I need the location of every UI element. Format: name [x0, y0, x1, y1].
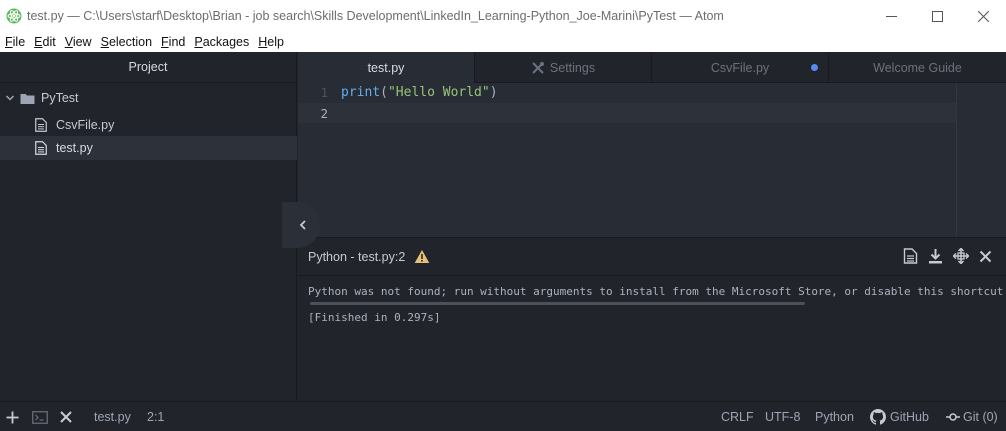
- status-bar: test.py 2:1 CRLF UTF-8 Python GitHub Git…: [0, 401, 1006, 431]
- status-grammar[interactable]: Python: [815, 402, 854, 431]
- menu-selection[interactable]: Selection: [101, 35, 152, 49]
- tools-icon: [532, 61, 544, 74]
- tree-folder-root[interactable]: PyTest: [0, 86, 297, 110]
- tab-label: Welcome Guide: [873, 60, 962, 75]
- menu-find[interactable]: Find: [161, 35, 185, 49]
- add-project-button[interactable]: [6, 402, 19, 431]
- copy-output-icon[interactable]: [903, 248, 918, 264]
- menu-view[interactable]: View: [65, 35, 92, 49]
- menu-help[interactable]: Help: [258, 35, 284, 49]
- maximize-icon: [931, 10, 943, 22]
- plus-icon: [6, 411, 19, 423]
- tree-header-label: Project: [128, 60, 168, 74]
- git-commit-icon: [946, 413, 960, 421]
- line-number: 1: [320, 85, 328, 100]
- menu-packages[interactable]: Packages: [194, 35, 249, 49]
- resize-panel-icon[interactable]: [953, 248, 969, 264]
- panel-title: Python - test.py:2: [308, 249, 406, 264]
- panel-header: Python - test.py:2: [298, 238, 1006, 276]
- project-tree-panel: Project PyTest CsvFile.py test.py: [0, 52, 297, 401]
- output-line: Python was not found; run without argume…: [308, 285, 1006, 298]
- tab-test-py[interactable]: test.py: [298, 52, 475, 83]
- chevron-down-icon: [5, 95, 15, 101]
- tree-header: Project: [0, 52, 296, 83]
- line-number: 2: [320, 106, 328, 121]
- tree-file-csvfile[interactable]: CsvFile.py: [0, 113, 297, 137]
- status-line-ending[interactable]: CRLF: [721, 402, 754, 431]
- tree-folder-label: PyTest: [41, 91, 79, 105]
- menu-file[interactable]: File: [5, 35, 25, 49]
- status-github-button[interactable]: GitHub: [870, 402, 929, 431]
- close-icon: [977, 10, 989, 22]
- title-bar: test.py — C:\Users\starf\Desktop\Brian -…: [0, 0, 1006, 32]
- close-panel-icon[interactable]: [979, 248, 992, 264]
- code-editor[interactable]: 1 2 print("Hello World"): [298, 83, 1006, 237]
- tab-csvfile-py[interactable]: CsvFile.py: [652, 52, 829, 83]
- tree-file-label: CsvFile.py: [56, 118, 115, 132]
- menu-edit[interactable]: Edit: [34, 35, 56, 49]
- tab-welcome-guide[interactable]: Welcome Guide: [829, 52, 1006, 83]
- terminal-icon: [32, 410, 48, 424]
- github-icon: [870, 409, 886, 425]
- output-line: [Finished in 0.297s]: [308, 311, 441, 324]
- chevron-left-icon: [299, 220, 306, 230]
- warning-icon: [414, 250, 430, 263]
- status-git-label: Git (0): [963, 410, 998, 424]
- cursor-line-highlight: [298, 103, 956, 123]
- status-file-name[interactable]: test.py: [94, 402, 131, 431]
- code-token-paren: ): [489, 85, 498, 100]
- maximize-button[interactable]: [914, 0, 960, 32]
- minimize-icon: [885, 15, 897, 17]
- window-title: test.py — C:\Users\starf\Desktop\Brian -…: [27, 9, 724, 23]
- wrap-guide: [956, 83, 957, 237]
- menu-bar: File Edit View Selection Find Packages H…: [0, 32, 1006, 52]
- panel-toolbar: [903, 248, 992, 264]
- atom-logo-icon: [6, 8, 22, 24]
- tab-label: Settings: [549, 60, 596, 75]
- status-encoding[interactable]: UTF-8: [765, 402, 800, 431]
- tab-label: CsvFile.py: [710, 60, 770, 75]
- code-token-function: print: [341, 85, 381, 100]
- download-icon[interactable]: [928, 248, 943, 264]
- code-line: print("Hello World"): [341, 85, 498, 100]
- minimize-button[interactable]: [868, 0, 914, 32]
- window-controls: [868, 0, 1006, 32]
- close-icon: [60, 411, 72, 423]
- close-window-button[interactable]: [960, 0, 1006, 32]
- terminal-button[interactable]: [32, 402, 48, 431]
- file-text-icon: [35, 118, 47, 132]
- file-text-icon: [35, 141, 47, 155]
- folder-icon: [20, 93, 35, 104]
- tree-file-test[interactable]: test.py: [0, 136, 297, 160]
- horizontal-scrollbar[interactable]: [310, 302, 805, 305]
- tab-bar: test.py Settings CsvFile.py Welcome Guid…: [298, 52, 1006, 83]
- status-cursor-position[interactable]: 2:1: [147, 402, 164, 431]
- tab-settings[interactable]: Settings: [475, 52, 652, 83]
- script-output-panel: Python - test.py:2 Python was not found;…: [298, 237, 1006, 401]
- modified-indicator-icon: [811, 64, 818, 71]
- status-github-label: GitHub: [890, 410, 929, 424]
- status-git-button[interactable]: Git (0): [946, 402, 998, 431]
- code-token-string: "Hello World": [387, 85, 490, 100]
- tab-label: test.py: [367, 60, 405, 75]
- code-token-paren: (: [380, 85, 388, 100]
- close-terminal-button[interactable]: [60, 402, 72, 431]
- tree-file-label: test.py: [56, 141, 93, 155]
